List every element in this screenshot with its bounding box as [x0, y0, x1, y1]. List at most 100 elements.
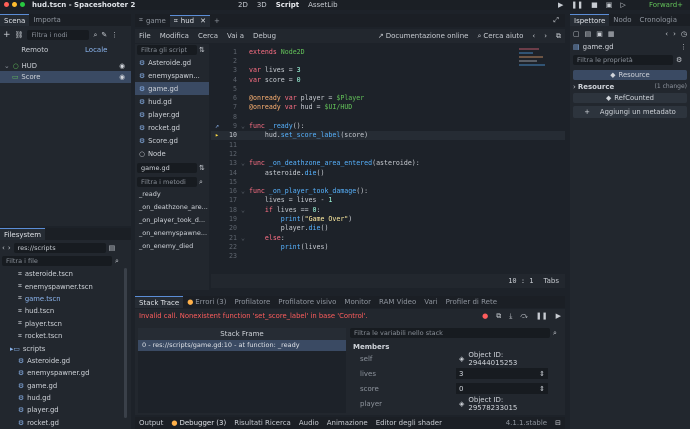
- method-list-item[interactable]: _on_player_took_d...: [135, 214, 209, 227]
- script-filter-input[interactable]: Filtra gli script: [137, 45, 197, 55]
- file-item[interactable]: ⚙ player.gd: [0, 404, 131, 416]
- code-line[interactable]: 3 var lives = 3: [211, 66, 565, 75]
- tree-node-score[interactable]: ▭ Score ◉: [0, 71, 131, 83]
- menu-goto[interactable]: Vai a: [227, 32, 244, 40]
- code-line[interactable]: 13 ⌄ func _on_deathzone_area_entered(aster…: [211, 159, 565, 168]
- variable-filter-input[interactable]: Filtra le variabili nello stack: [350, 328, 550, 338]
- code-line[interactable]: 8: [211, 112, 565, 121]
- method-link-icon[interactable]: ↗: [211, 122, 223, 130]
- break-icon[interactable]: ●: [482, 312, 488, 320]
- object-menu-icon[interactable]: ⋮: [680, 43, 687, 51]
- search-help-button[interactable]: ⌕ Cerca aiuto: [477, 32, 523, 41]
- new-resource-icon[interactable]: ▢: [573, 30, 580, 38]
- tab-network-profiler[interactable]: Profiler di Rete: [442, 296, 501, 308]
- history-forward-icon[interactable]: ›: [673, 30, 676, 38]
- play-icon[interactable]: ▶: [558, 1, 563, 9]
- resource-section[interactable]: › Resource (1 change): [570, 82, 690, 91]
- code-line[interactable]: 19 print("Game Over"): [211, 214, 565, 223]
- fold-arrow-icon[interactable]: ⌄: [241, 122, 249, 130]
- maximize-window-icon[interactable]: [20, 2, 25, 7]
- indent-mode[interactable]: Tabs: [544, 277, 560, 285]
- code-line[interactable]: 20 player.die(): [211, 224, 565, 233]
- method-list-item[interactable]: _on_enemy_died: [135, 239, 209, 252]
- visibility-icon[interactable]: ◉: [119, 62, 125, 70]
- remote-tab[interactable]: Remoto: [4, 46, 66, 54]
- code-line[interactable]: 2: [211, 56, 565, 65]
- step-into-icon[interactable]: ⤓: [509, 312, 512, 321]
- fold-arrow-icon[interactable]: ⌄: [241, 234, 249, 242]
- tab-profiler[interactable]: Profilatore: [230, 296, 274, 308]
- scene-tab-hud[interactable]: ⌗ hud ✕: [169, 14, 210, 27]
- script-button[interactable]: Script: [276, 1, 299, 9]
- add-metadata-button[interactable]: + Aggiungi un metadato: [573, 106, 687, 118]
- pause-icon[interactable]: ❚❚: [536, 312, 548, 320]
- file-item[interactable]: ⚙ enemyspawner.gd: [0, 367, 131, 379]
- file-item[interactable]: ⌗ hud.tscn: [0, 305, 131, 317]
- float-window-icon[interactable]: ⧉: [556, 32, 561, 41]
- stack-frame-item[interactable]: 0 - res://scripts/game.gd:10 - at functi…: [138, 340, 346, 351]
- 2d-button[interactable]: 2D: [238, 1, 248, 9]
- tab-inspector[interactable]: Ispettore: [570, 14, 610, 26]
- bottom-output[interactable]: Output: [139, 419, 163, 427]
- file-item[interactable]: ⚙ rocket.gd: [0, 417, 131, 428]
- copy-icon[interactable]: ⧉: [496, 312, 501, 321]
- play-scene-icon[interactable]: ▷: [620, 1, 625, 9]
- pause-icon[interactable]: ❚❚: [571, 1, 583, 9]
- variable-value-spinbox[interactable]: 0 ⇕: [456, 383, 548, 394]
- tab-monitor[interactable]: Monitor: [340, 296, 375, 308]
- renderer-select[interactable]: Forward+: [649, 1, 683, 9]
- variable-row[interactable]: player ◈ Object ID: 29578233015: [350, 396, 562, 412]
- fold-arrow-icon[interactable]: ⌄: [241, 206, 249, 214]
- remote-debug-icon[interactable]: ▣: [606, 1, 613, 9]
- menu-file[interactable]: File: [139, 32, 151, 40]
- code-line[interactable]: 15: [211, 177, 565, 186]
- variable-value[interactable]: ◈ Object ID: 29578233015: [456, 396, 548, 412]
- code-line[interactable]: 17 lives = lives - 1: [211, 196, 565, 205]
- attach-script-icon[interactable]: ✎: [101, 31, 107, 39]
- scene-tab-game[interactable]: ⌗ game: [135, 15, 170, 27]
- search-icon[interactable]: ⌕: [199, 178, 203, 187]
- search-icon[interactable]: ⌕: [115, 257, 119, 266]
- back-icon[interactable]: ‹: [2, 244, 5, 252]
- spinner-arrows-icon[interactable]: ⇕: [539, 370, 545, 378]
- code-line[interactable]: 18 ⌄ if lives == 0:: [211, 205, 565, 214]
- code-lines[interactable]: 1 extends Node2D 2 3 var lives = 3 4 var score…: [211, 44, 565, 261]
- script-list-item[interactable]: ⚙ player.gd: [135, 108, 209, 121]
- current-script-field[interactable]: game.gd: [137, 163, 197, 173]
- tab-misc[interactable]: Vari: [420, 296, 441, 308]
- menu-edit[interactable]: Modifica: [160, 32, 189, 40]
- script-list-item[interactable]: ⚙ rocket.gd: [135, 121, 209, 134]
- file-item[interactable]: ⚙ hud.gd: [0, 392, 131, 404]
- method-filter-input[interactable]: Filtra i metodi: [137, 177, 197, 187]
- minimize-window-icon[interactable]: [12, 2, 17, 7]
- code-editor[interactable]: 1 extends Node2D 2 3 var lives = 3 4 var score…: [211, 44, 565, 290]
- online-docs-button[interactable]: ↗ Documentazione online: [378, 32, 469, 40]
- forward-icon[interactable]: ›: [8, 244, 11, 252]
- fold-arrow-icon[interactable]: ⌄: [241, 187, 249, 195]
- local-tab[interactable]: Locale: [66, 46, 128, 54]
- property-filter-input[interactable]: Filtra le proprietà: [573, 55, 673, 65]
- close-window-icon[interactable]: [4, 2, 9, 7]
- code-line[interactable]: 7 @onready var hud = $UI/HUD: [211, 103, 565, 112]
- method-list-item[interactable]: _on_enemyspawne...: [135, 226, 209, 239]
- variable-value-spinbox[interactable]: 3 ⇕: [456, 368, 548, 379]
- add-tab-button[interactable]: +: [210, 15, 224, 27]
- file-item[interactable]: ⚙ Asteroide.gd: [0, 355, 131, 367]
- tab-filesystem[interactable]: Filesystem: [0, 228, 46, 240]
- bottom-debugger[interactable]: ● Debugger (3): [171, 419, 226, 427]
- code-line[interactable]: 16 ⌄ func _on_player_took_damage():: [211, 186, 565, 195]
- variable-row[interactable]: lives 3 ⇕: [350, 366, 562, 381]
- execution-pointer-icon[interactable]: ▸: [211, 131, 223, 139]
- search-icon[interactable]: ⌕: [93, 31, 97, 40]
- code-line[interactable]: 1 extends Node2D: [211, 47, 565, 56]
- path-input[interactable]: res://scripts: [13, 243, 106, 253]
- code-line[interactable]: ▸ 10 hud.set_score_label(score): [211, 130, 565, 140]
- bottom-audio[interactable]: Audio: [299, 419, 319, 427]
- file-item[interactable]: ⌗ asteroide.tscn: [0, 268, 131, 280]
- code-line[interactable]: 23: [211, 252, 565, 261]
- script-list-item[interactable]: ⚙ game.gd: [135, 82, 209, 95]
- code-line[interactable]: 5: [211, 84, 565, 93]
- variable-row[interactable]: self ◈ Object ID: 29444015253: [350, 351, 562, 367]
- tab-video-ram[interactable]: RAM Video: [375, 296, 420, 308]
- method-list-item[interactable]: _on_deathzone_are...: [135, 201, 209, 214]
